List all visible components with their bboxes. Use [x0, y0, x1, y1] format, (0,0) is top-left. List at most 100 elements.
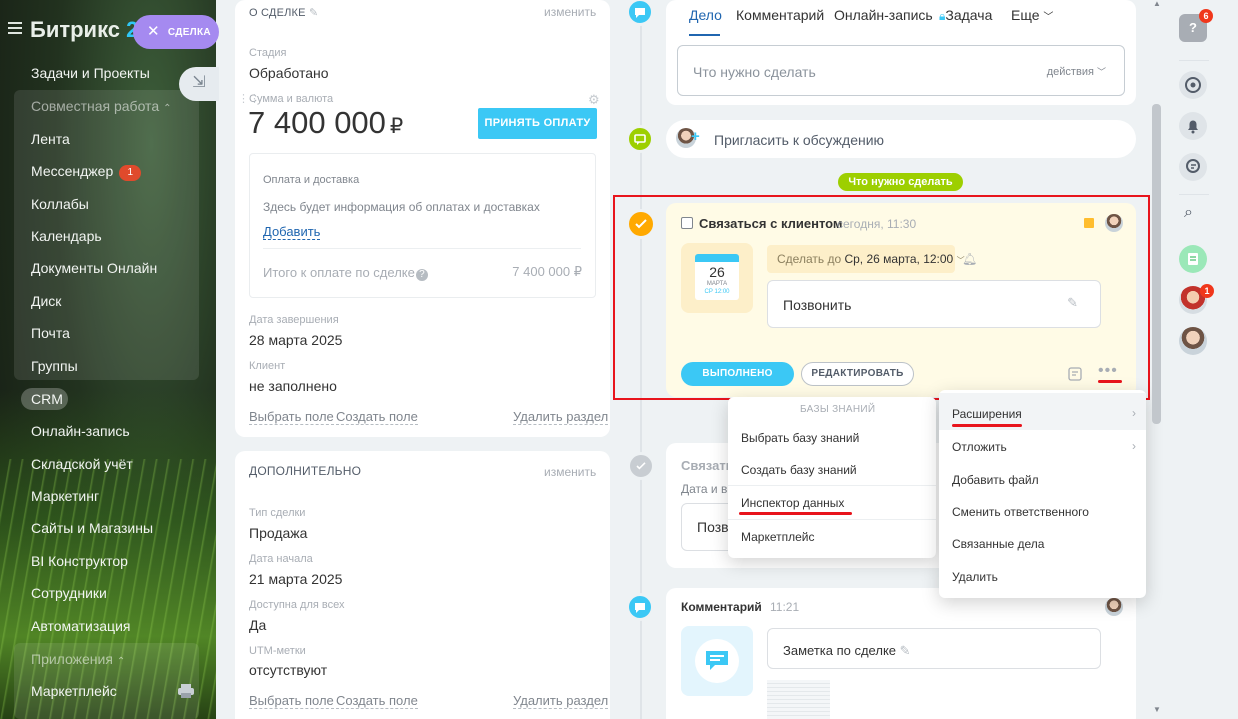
access-value[interactable]: Да: [249, 617, 266, 633]
change-link[interactable]: изменить: [544, 465, 596, 479]
comment-note[interactable]: Заметка по сделке ✎: [767, 628, 1101, 669]
help-icon[interactable]: ?: [415, 269, 428, 281]
utm-value[interactable]: отсутствуют: [249, 662, 327, 678]
menu-icon[interactable]: [8, 22, 22, 34]
select-field-link[interactable]: Выбрать поле: [249, 693, 334, 709]
bell-icon[interactable]: [1179, 112, 1207, 140]
pencil-icon[interactable]: ✎: [309, 7, 318, 19]
menu-item-extensions[interactable]: Расширения: [952, 407, 1022, 421]
check-circle-icon: [627, 452, 655, 480]
tab-task-activity[interactable]: Дело: [689, 7, 722, 23]
client-value[interactable]: не заполнено: [249, 378, 337, 394]
tab-comment[interactable]: Комментарий: [736, 7, 824, 23]
nav-marketplace[interactable]: Маркетплейс: [31, 683, 117, 699]
nav-sites[interactable]: Сайты и Магазины: [31, 520, 153, 536]
tab-booking[interactable]: Онлайн-запись: [834, 7, 933, 23]
nav-employees[interactable]: Сотрудники: [31, 585, 107, 601]
tab-task[interactable]: 🔒︎Задача: [939, 7, 992, 24]
chevron-right-icon: ›: [1132, 439, 1136, 453]
stage-value[interactable]: Обработано: [249, 65, 329, 81]
nav-bi[interactable]: BI Конструктор: [31, 553, 128, 569]
chat-icon[interactable]: [1179, 153, 1207, 181]
search-icon[interactable]: ⌕: [1184, 204, 1193, 222]
select-field-link[interactable]: Выбрать поле: [249, 409, 334, 425]
actions-menu: Расширения › Отложить › Добавить файл См…: [939, 390, 1146, 598]
gear-icon[interactable]: ⚙: [588, 92, 600, 108]
end-date-value[interactable]: 28 марта 2025: [249, 332, 342, 348]
chevron-up-icon: ⌃: [163, 103, 172, 114]
menu-item-related-tasks[interactable]: Связанные дела: [952, 537, 1044, 551]
delete-section-link[interactable]: Удалить раздел: [513, 693, 609, 709]
nav-apps[interactable]: Приложения ⌃: [31, 651, 125, 667]
pencil-icon[interactable]: ✎: [900, 643, 911, 658]
chevron-up-icon: ⌃: [116, 656, 126, 667]
add-payment-link[interactable]: Добавить: [263, 225, 321, 240]
scroll-down-icon[interactable]: ▼: [1153, 705, 1161, 714]
task-subtitle: Дата и вр: [681, 482, 734, 496]
tab-more[interactable]: Еще ﹀: [1011, 7, 1053, 23]
nav-feed[interactable]: Лента: [31, 131, 70, 147]
collapse-button[interactable]: ⇲: [179, 67, 219, 101]
menu-item-change-responsible[interactable]: Сменить ответственного: [952, 505, 1089, 519]
target-icon[interactable]: [1179, 71, 1207, 99]
create-field-link[interactable]: Создать поле: [336, 693, 418, 709]
todo-input[interactable]: Что нужно сделать действия ﹀: [677, 45, 1125, 96]
menu-item-select-kb[interactable]: Выбрать базу знаний: [741, 431, 859, 445]
card-title: ДОПОЛНИТЕЛЬНО: [249, 464, 362, 478]
nav-automation[interactable]: Автоматизация: [31, 618, 130, 634]
deal-type-value[interactable]: Продажа: [249, 525, 307, 541]
accept-payment-button[interactable]: ПРИНЯТЬ ОПЛАТУ: [478, 108, 597, 139]
deal-amount: 7 400 000 ₽: [248, 105, 404, 140]
comment-tile: [681, 626, 753, 696]
card-title: О СДЕЛКЕ ✎: [249, 7, 319, 19]
scrollbar[interactable]: ▲ ▼: [1152, 0, 1162, 719]
left-sidebar: Битрикс 24 Задачи и Проекты Совместная р…: [0, 0, 216, 719]
menu-item-postpone[interactable]: Отложить: [952, 440, 1007, 454]
nav-mail[interactable]: Почта: [31, 325, 70, 341]
help-badge: 6: [1199, 9, 1213, 23]
change-link[interactable]: изменить: [544, 5, 596, 19]
plus-icon[interactable]: +: [691, 128, 700, 145]
divider: [1179, 60, 1209, 61]
annotation-underline: [739, 512, 852, 515]
start-date-label: Дата начала: [249, 553, 313, 565]
menu-item-marketplace[interactable]: Маркетплейс: [741, 530, 815, 544]
attachment-thumbnail[interactable]: [767, 680, 830, 719]
delete-section-link[interactable]: Удалить раздел: [513, 409, 609, 425]
chat-icon: [626, 0, 654, 26]
menu-item-create-kb[interactable]: Создать базу знаний: [741, 463, 857, 477]
nav-booking[interactable]: Онлайн-запись: [31, 423, 130, 439]
printer-icon[interactable]: [178, 684, 194, 698]
todo-placeholder: Что нужно сделать: [693, 64, 816, 80]
nav-tasks[interactable]: Задачи и Проекты: [31, 65, 150, 81]
nav-inventory[interactable]: Складской учёт: [31, 456, 133, 472]
menu-divider: [728, 485, 936, 486]
menu-item-data-inspector[interactable]: Инспектор данных: [741, 496, 844, 510]
nav-disk[interactable]: Диск: [31, 293, 61, 309]
scroll-up-icon[interactable]: ▲: [1153, 0, 1161, 8]
nav-groups[interactable]: Группы: [31, 358, 78, 374]
scroll-thumb[interactable]: [1152, 104, 1161, 424]
divider: [263, 248, 581, 249]
nav-messenger[interactable]: Мессенджер 1: [31, 163, 142, 181]
nav-calendar[interactable]: Календарь: [31, 228, 102, 244]
menu-item-add-file[interactable]: Добавить файл: [952, 473, 1039, 487]
avatar: [1105, 598, 1123, 616]
nav-collab[interactable]: Совместная работа ⌃: [31, 98, 172, 114]
invite-text[interactable]: Пригласить к обсуждению: [714, 132, 884, 148]
total-label: Итого к оплате по сделке?: [263, 265, 428, 281]
actions-dropdown[interactable]: действия ﹀: [1047, 65, 1106, 78]
avatar[interactable]: [1179, 327, 1207, 355]
access-label: Доступна для всех: [249, 599, 345, 611]
menu-item-delete[interactable]: Удалить: [952, 570, 998, 584]
deal-close-pill[interactable]: ✕ СДЕЛКА: [133, 15, 219, 49]
start-date-value[interactable]: 21 марта 2025: [249, 571, 342, 587]
total-value: 7 400 000 ₽: [512, 264, 582, 279]
nav-marketing[interactable]: Маркетинг: [31, 488, 99, 504]
menu-divider: [728, 519, 936, 520]
nav-collabs[interactable]: Коллабы: [31, 196, 89, 212]
create-field-link[interactable]: Создать поле: [336, 409, 418, 425]
nav-crm[interactable]: CRM: [31, 391, 63, 407]
nav-docs[interactable]: Документы Онлайн: [31, 260, 157, 276]
sheet-icon[interactable]: [1179, 245, 1207, 273]
